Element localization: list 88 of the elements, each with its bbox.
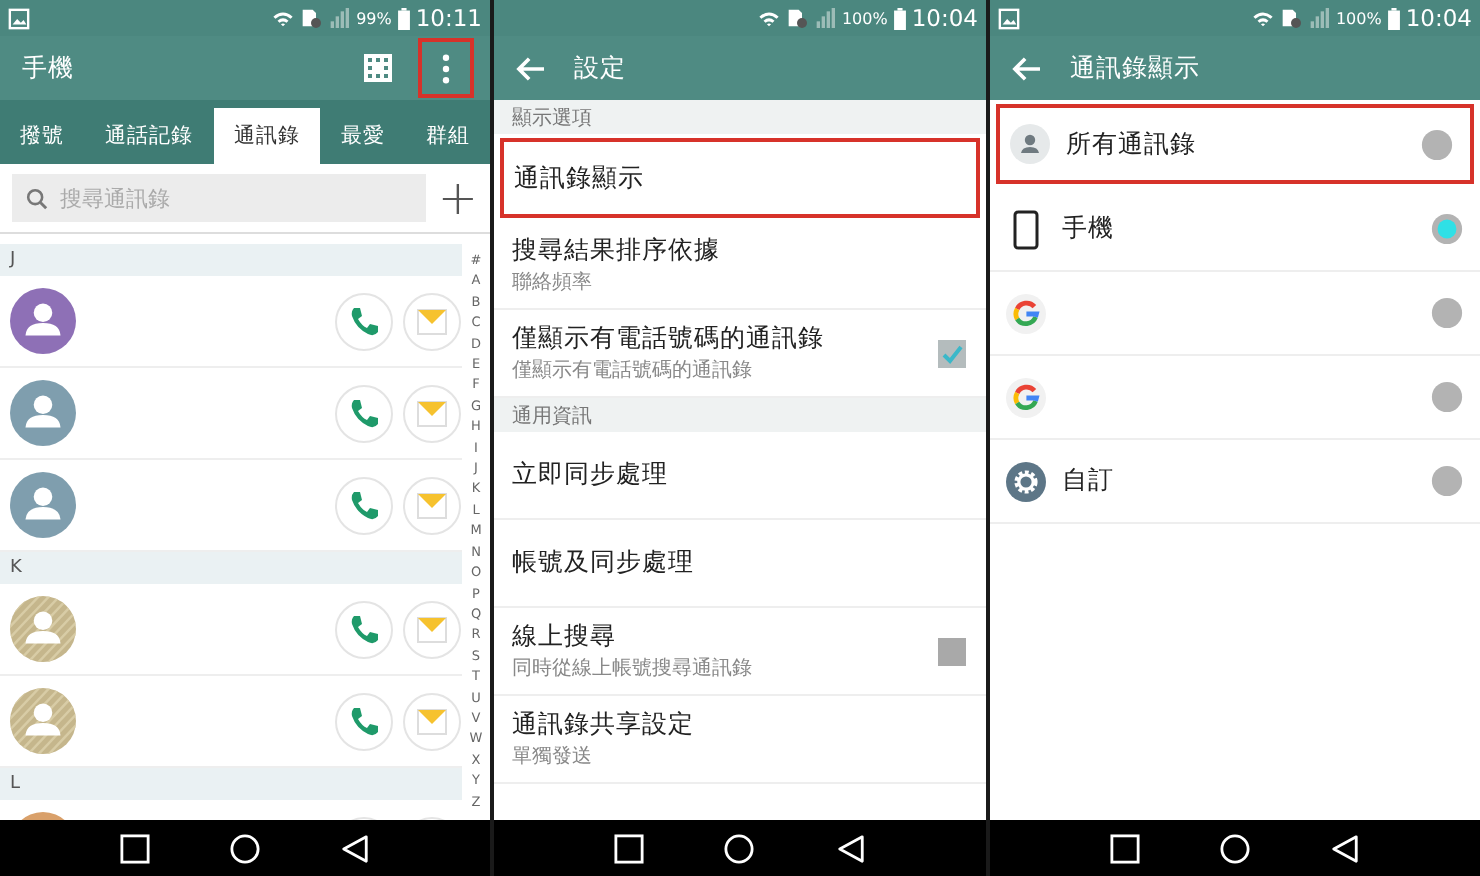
- option-label: 自訂: [1062, 464, 1114, 498]
- recent-apps-icon[interactable]: [120, 833, 150, 863]
- settings-item[interactable]: 立即同步處理: [494, 432, 986, 520]
- item-title: 立即同步處理: [512, 458, 670, 492]
- call-button[interactable]: [334, 383, 394, 443]
- home-icon[interactable]: [724, 833, 755, 863]
- google-icon: [1006, 377, 1046, 417]
- clock-time: 10:11: [415, 4, 482, 32]
- radio-button[interactable]: [1430, 212, 1464, 246]
- call-button[interactable]: [334, 599, 394, 659]
- battery-icon: [893, 7, 906, 29]
- settings-icon: [1006, 461, 1046, 501]
- recent-apps-icon[interactable]: [614, 833, 645, 863]
- section-letter: L: [0, 768, 462, 800]
- item-title: 通訊錄共享設定: [512, 708, 696, 742]
- search-field[interactable]: 搜尋通訊錄: [12, 174, 426, 222]
- settings-item[interactable]: 通訊錄共享設定 單獨發送: [494, 696, 986, 784]
- call-button[interactable]: [334, 475, 394, 535]
- checkbox[interactable]: [938, 339, 966, 367]
- battery-icon: [1387, 7, 1400, 29]
- settings-item[interactable]: 帳號及同步處理: [494, 520, 986, 608]
- back-arrow-icon[interactable]: [1012, 55, 1042, 81]
- wifi-icon: [757, 8, 780, 28]
- recent-apps-icon[interactable]: [1110, 833, 1140, 863]
- call-button[interactable]: [334, 691, 394, 751]
- section-header: 通用資訊: [494, 398, 986, 432]
- item-title: 搜尋結果排序依據: [512, 234, 722, 268]
- search-input[interactable]: 搜尋通訊錄: [56, 183, 344, 213]
- signal-icon: [328, 8, 351, 28]
- item-title: 帳號及同步處理: [512, 546, 696, 580]
- radio-button[interactable]: [1430, 464, 1464, 498]
- settings-item[interactable]: 搜尋結果排序依據 聯絡頻率: [494, 222, 986, 310]
- section-letter: K: [0, 552, 462, 584]
- signal-icon: [1307, 8, 1330, 28]
- signal-icon: [813, 8, 836, 28]
- back-icon[interactable]: [340, 833, 370, 863]
- battery-percent: 100%: [841, 9, 888, 27]
- settings-item[interactable]: 線上搜尋 同時從線上帳號搜尋通訊錄: [494, 608, 986, 696]
- tab[interactable]: 通話記錄: [84, 108, 214, 164]
- section-header: 顯示選項: [494, 100, 986, 134]
- item-title: 僅顯示有電話號碼的通訊錄: [512, 322, 826, 356]
- item-title: 線上搜尋: [512, 620, 618, 654]
- screen-title: 設定: [574, 51, 626, 85]
- screen-title: 手機: [22, 51, 74, 85]
- search-icon: [26, 187, 48, 209]
- section-letter: J: [0, 244, 462, 276]
- tab[interactable]: 通訊錄: [213, 108, 321, 164]
- option-row[interactable]: 所有通訊錄: [996, 104, 1474, 184]
- home-icon[interactable]: [230, 833, 260, 863]
- menu-button[interactable]: [418, 38, 474, 98]
- option-label: 所有通訊錄: [1066, 127, 1196, 161]
- checkbox[interactable]: [938, 637, 966, 665]
- dialpad-icon: [364, 54, 392, 82]
- screen-title: 通訊錄顯示: [1070, 51, 1200, 85]
- radio-button[interactable]: [1430, 296, 1464, 330]
- battery-icon: [397, 7, 410, 29]
- item-subtitle: 聯絡頻率: [512, 269, 594, 296]
- wifi-icon: [1251, 8, 1274, 28]
- wifi-icon: [272, 8, 295, 28]
- tab[interactable]: 群組: [405, 108, 490, 164]
- sim-icon: [1279, 8, 1302, 28]
- radio-button[interactable]: [1420, 127, 1454, 161]
- call-button[interactable]: [334, 291, 394, 351]
- option-row[interactable]: 自訂: [990, 440, 1480, 524]
- tab[interactable]: 最愛: [320, 108, 406, 164]
- tab[interactable]: 撥號: [0, 108, 85, 164]
- item-subtitle: 同時從線上帳號搜尋通訊錄: [512, 655, 754, 682]
- sim-icon: [300, 8, 323, 28]
- google-icon: [1006, 293, 1046, 333]
- back-icon[interactable]: [1330, 833, 1360, 863]
- home-icon[interactable]: [1220, 833, 1250, 863]
- option-label: 手機: [1062, 212, 1114, 246]
- option-row[interactable]: 手機: [990, 188, 1480, 272]
- battery-percent: 99%: [356, 9, 392, 27]
- overflow-menu-icon: [442, 53, 450, 83]
- settings-item[interactable]: 通訊錄顯示: [500, 138, 980, 218]
- clock-time: 10:04: [911, 4, 978, 32]
- item-title: 通訊錄顯示: [514, 161, 646, 195]
- battery-percent: 100%: [1335, 9, 1382, 27]
- add-contact-button[interactable]: +: [437, 174, 478, 222]
- item-subtitle: 單獨發送: [512, 744, 594, 770]
- back-icon[interactable]: [835, 833, 866, 863]
- person-icon: [1010, 124, 1050, 164]
- radio-button[interactable]: [1430, 380, 1464, 414]
- item-subtitle: 僅顯示有電話號碼的通訊錄: [512, 357, 754, 384]
- clock-time: 10:04: [1405, 4, 1472, 32]
- back-arrow-icon[interactable]: [516, 55, 546, 81]
- sim-icon: [785, 8, 808, 28]
